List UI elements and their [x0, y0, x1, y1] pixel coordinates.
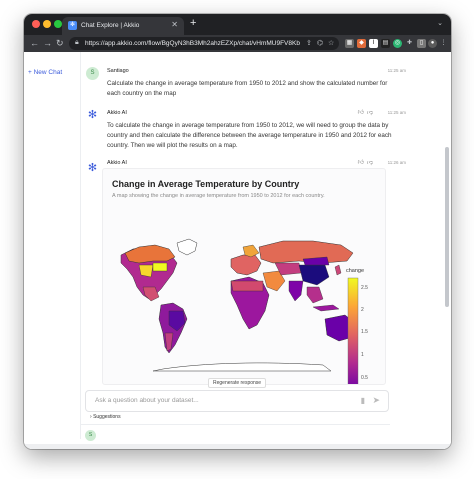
extension-icon[interactable]: ◎ [393, 39, 402, 48]
region-japan [334, 264, 342, 276]
lock-icon: 🔒︎ [75, 39, 79, 46]
region-usa-west [138, 264, 154, 278]
message-text: Calculate the change in average temperat… [107, 80, 388, 97]
chart-card: Change in Average Temperature by Country… [102, 168, 386, 403]
region-usa-north [152, 262, 168, 272]
back-icon[interactable]: ← [30, 38, 39, 48]
message-time: 11:25 am [387, 110, 406, 115]
share-icon[interactable]: ⇪ [306, 39, 312, 47]
region-southeast-asia [306, 286, 324, 304]
user-avatar: S [86, 67, 99, 80]
attach-icon[interactable]: ▮ [361, 396, 365, 405]
feedback-icons[interactable]: 👍︎👎︎ [358, 108, 376, 116]
suggestions-label: Suggestions [93, 414, 121, 420]
colorbar-tick: 0.5 [361, 375, 368, 381]
message-author: Santiago [107, 68, 129, 74]
extension-icon[interactable]: ◆ [357, 39, 366, 48]
profile-avatar[interactable]: ● [428, 39, 437, 48]
browser-window: ✻ Chat Explore | Akkio ✕ + ⌄ ← → ↻ 🔒︎ ht… [24, 14, 451, 449]
url-text: https://app.akkio.com/flow/BgQyN3hB3Mh2a… [85, 40, 300, 47]
region-scandinavia [242, 244, 260, 258]
send-icon[interactable]: ➤ [372, 395, 380, 406]
puzzle-icon[interactable]: ✚ [405, 39, 414, 48]
region-indonesia [312, 304, 340, 312]
divider [80, 424, 390, 425]
browser-tab[interactable]: ✻ Chat Explore | Akkio ✕ [62, 17, 184, 35]
browser-toolbar: ← → ↻ 🔒︎ https://app.akkio.com/flow/BgQy… [24, 35, 451, 52]
bookmark-star-icon[interactable]: ☆ [328, 39, 334, 47]
new-tab-button[interactable]: + [190, 17, 196, 29]
message-time: 11:25 am [387, 68, 406, 73]
chat-input-placeholder: Ask a question about your dataset... [95, 397, 199, 404]
region-europe [230, 254, 262, 276]
close-window-button[interactable] [32, 20, 40, 28]
app-page: + New Chat S Santiago 11:25 am Calculate… [24, 52, 451, 449]
forward-icon[interactable]: → [43, 38, 52, 48]
address-bar[interactable]: 🔒︎ https://app.akkio.com/flow/BgQyN3hB3M… [69, 37, 339, 50]
status-bar [24, 444, 451, 449]
extension-icon[interactable]: ▦ [345, 39, 354, 48]
extension-icon[interactable]: ▤ [381, 39, 390, 48]
colorbar [347, 277, 359, 384]
regenerate-response-button[interactable]: Regenerate response [208, 378, 267, 388]
region-greenland [176, 238, 198, 256]
reload-icon[interactable]: ↻ [56, 38, 64, 49]
new-chat-button[interactable]: + New Chat [28, 69, 62, 76]
user-avatar: S [85, 430, 96, 441]
message-author: Akkio AI [107, 110, 127, 116]
sidebar-divider [80, 52, 81, 439]
extension-key-icon[interactable]: ⌬ [317, 39, 323, 47]
message-text: To calculate the change in average tempe… [107, 122, 392, 149]
choropleth-map [120, 238, 359, 384]
region-antarctica [152, 362, 332, 372]
feedback-icons[interactable]: 👍︎👎︎ [358, 158, 376, 166]
colorbar-title: change [346, 268, 365, 274]
scrollbar[interactable] [445, 147, 449, 307]
colorbar-tick: 1 [361, 352, 364, 358]
extension-icon[interactable]: I [369, 39, 378, 48]
region-china [298, 264, 330, 286]
close-tab-icon[interactable]: ✕ [171, 20, 178, 29]
region-india [288, 280, 304, 302]
akkio-ai-icon: ✻ [87, 109, 98, 121]
region-canada [124, 244, 176, 264]
tab-search-icon[interactable]: ⌄ [437, 19, 443, 27]
message-author: Akkio AI [107, 160, 127, 166]
sidebar-toggle-icon[interactable]: ▯ [417, 39, 426, 48]
colorbar-tick: 2 [361, 307, 364, 313]
chevron-right-icon: › [90, 414, 92, 420]
more-menu-icon[interactable]: ⋮ [439, 39, 448, 48]
region-north-africa [230, 280, 264, 292]
chat-input[interactable]: Ask a question about your dataset... ▮ ➤ [85, 390, 389, 412]
tab-title: Chat Explore | Akkio [81, 22, 140, 29]
message-time: 11:26 am [387, 160, 406, 165]
akkio-ai-icon: ✻ [87, 162, 98, 174]
tab-strip: ✻ Chat Explore | Akkio ✕ + ⌄ [24, 14, 451, 35]
maximize-window-button[interactable] [54, 20, 62, 28]
colorbar-tick: 2.5 [361, 285, 368, 291]
akkio-favicon-icon: ✻ [68, 21, 77, 30]
minimize-window-button[interactable] [43, 20, 51, 28]
colorbar-tick: 1.5 [361, 329, 368, 335]
suggestions-toggle[interactable]: › Suggestions [90, 414, 121, 420]
